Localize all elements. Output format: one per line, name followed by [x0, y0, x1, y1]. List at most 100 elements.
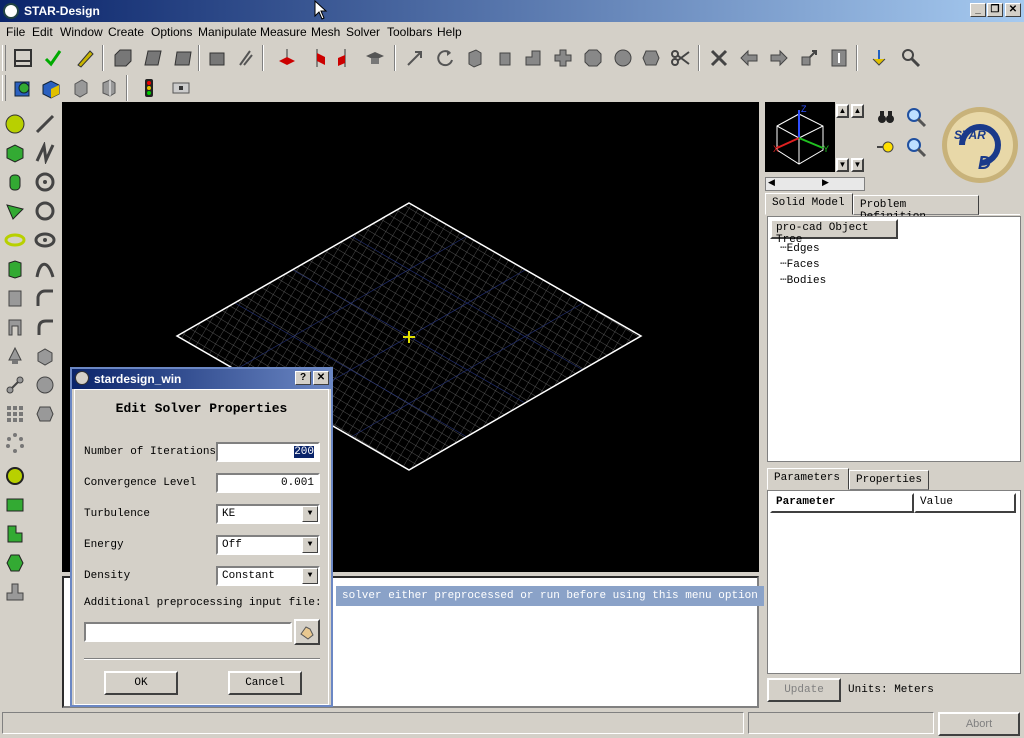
rectangle-icon[interactable]: [2, 491, 28, 518]
convergence-field[interactable]: 0.001: [216, 473, 320, 493]
menu-mesh[interactable]: Mesh: [311, 25, 340, 39]
surface-c-icon[interactable]: [32, 400, 58, 427]
grid-icon[interactable]: [2, 400, 28, 427]
ok-button[interactable]: OK: [104, 671, 178, 695]
probe-icon[interactable]: [898, 45, 924, 71]
scroll-left-icon[interactable]: ◀: [768, 177, 775, 188]
globe-cube-icon[interactable]: [10, 75, 36, 101]
split-shape-icon[interactable]: [2, 520, 28, 547]
fillet-icon[interactable]: [32, 313, 58, 340]
check-icon[interactable]: [40, 45, 66, 71]
pencil-icon[interactable]: [72, 45, 98, 71]
colored-cube-icon[interactable]: [38, 75, 64, 101]
orientation-cube[interactable]: Z X Y: [765, 102, 835, 172]
menu-create[interactable]: Create: [108, 25, 144, 39]
grey-block-a-icon[interactable]: [2, 284, 28, 311]
delete-icon[interactable]: [706, 45, 732, 71]
sphere-outline-icon[interactable]: [2, 462, 28, 489]
chevron-down-icon[interactable]: ▼: [302, 568, 318, 584]
close-button[interactable]: ✕: [1005, 3, 1021, 17]
pen-tool-icon[interactable]: [232, 45, 258, 71]
menu-toolbars[interactable]: Toolbars: [387, 25, 432, 39]
circle-icon[interactable]: [32, 197, 58, 224]
extrude-icon[interactable]: [462, 45, 488, 71]
tab-properties[interactable]: Properties: [849, 470, 929, 490]
torus-icon[interactable]: [2, 226, 28, 253]
grey-block-b-icon[interactable]: [2, 313, 28, 340]
view-down2-button[interactable]: ▼: [851, 158, 864, 172]
arrow-tool-icon[interactable]: [402, 45, 428, 71]
solid-b-icon[interactable]: [520, 45, 546, 71]
scroll-right-icon[interactable]: ▶: [822, 177, 829, 188]
menu-options[interactable]: Options: [151, 25, 192, 39]
view-scrollbar[interactable]: ◀ ▶: [765, 177, 865, 191]
minimize-button[interactable]: _: [970, 3, 986, 17]
line-icon[interactable]: [32, 110, 58, 137]
binoculars-icon[interactable]: [873, 104, 899, 130]
light-icon[interactable]: [873, 134, 899, 160]
abort-button[interactable]: Abort: [938, 712, 1020, 736]
grey-solid-b-icon[interactable]: [96, 75, 122, 101]
tree-item-edges[interactable]: ┄Edges: [780, 241, 820, 255]
view-up2-button[interactable]: ▲: [851, 104, 864, 118]
plane-yz-icon[interactable]: [304, 45, 330, 71]
arrow-right-icon[interactable]: [766, 45, 792, 71]
view-down-button[interactable]: ▼: [836, 158, 849, 172]
menu-window[interactable]: Window: [60, 25, 103, 39]
shape-a-icon[interactable]: [140, 45, 166, 71]
panel-toggle-icon[interactable]: [168, 75, 194, 101]
arc-icon[interactable]: [32, 284, 58, 311]
cone-icon[interactable]: [2, 197, 28, 224]
move-icon[interactable]: [796, 45, 822, 71]
prism-icon[interactable]: [2, 255, 28, 282]
plane-xz-icon[interactable]: [332, 45, 358, 71]
info-panel-icon[interactable]: [826, 45, 852, 71]
spline-icon[interactable]: [32, 255, 58, 282]
anchor-icon[interactable]: [866, 45, 892, 71]
face-select-icon[interactable]: [110, 45, 136, 71]
zoom-in-icon[interactable]: [903, 104, 929, 130]
browse-file-button[interactable]: [294, 619, 320, 645]
lamp-icon[interactable]: [2, 342, 28, 369]
solid-c-icon[interactable]: [550, 45, 576, 71]
toolbar-grip[interactable]: [2, 75, 6, 101]
circle-center-icon[interactable]: [32, 168, 58, 195]
grey-solid-a-icon[interactable]: [68, 75, 94, 101]
maximize-button[interactable]: ❐: [987, 3, 1003, 17]
ellipse-icon[interactable]: [32, 226, 58, 253]
tab-parameters[interactable]: Parameters: [767, 468, 849, 490]
object-tree-panel[interactable]: pro-cad Object Tree ┄Edges ┄Faces ┄Bodie…: [767, 216, 1021, 462]
menu-help[interactable]: Help: [437, 25, 462, 39]
solid-f-icon[interactable]: [638, 45, 664, 71]
stamp-icon[interactable]: [2, 578, 28, 605]
energy-select[interactable]: Off ▼: [216, 535, 320, 555]
parameters-table[interactable]: Parameter Value: [767, 490, 1021, 674]
tree-item-bodies[interactable]: ┄Bodies: [780, 273, 826, 287]
menu-edit[interactable]: Edit: [32, 25, 53, 39]
tab-solid-model[interactable]: Solid Model: [765, 193, 853, 215]
cube-icon[interactable]: [2, 139, 28, 166]
object-tree-header[interactable]: pro-cad Object Tree: [770, 219, 898, 246]
surface-a-icon[interactable]: [32, 342, 58, 369]
surface-b-icon[interactable]: [32, 371, 58, 398]
zoom-out-icon[interactable]: [903, 134, 929, 160]
chevron-down-icon[interactable]: ▼: [302, 537, 318, 553]
dialog-help-button[interactable]: ?: [295, 371, 311, 385]
dialog-close-button[interactable]: ✕: [313, 371, 329, 385]
graduate-icon[interactable]: [362, 45, 388, 71]
rotate-icon[interactable]: [432, 45, 458, 71]
column-parameter[interactable]: Parameter: [770, 493, 914, 513]
plane-xy-icon[interactable]: [274, 45, 300, 71]
shape-b-icon[interactable]: [170, 45, 196, 71]
traffic-light-icon[interactable]: [136, 75, 162, 101]
dialog-title-bar[interactable]: stardesign_win ? ✕: [72, 369, 331, 389]
cylinder-icon[interactable]: [2, 168, 28, 195]
solid-d-icon[interactable]: [580, 45, 606, 71]
tree-item-faces[interactable]: ┄Faces: [780, 257, 820, 271]
hexagon-icon[interactable]: [2, 549, 28, 576]
shape-c-icon[interactable]: [204, 45, 230, 71]
menu-manipulate[interactable]: Manipulate: [198, 25, 257, 39]
chevron-down-icon[interactable]: ▼: [302, 506, 318, 522]
iterations-field[interactable]: 200: [216, 442, 320, 462]
view-up-button[interactable]: ▲: [836, 104, 849, 118]
